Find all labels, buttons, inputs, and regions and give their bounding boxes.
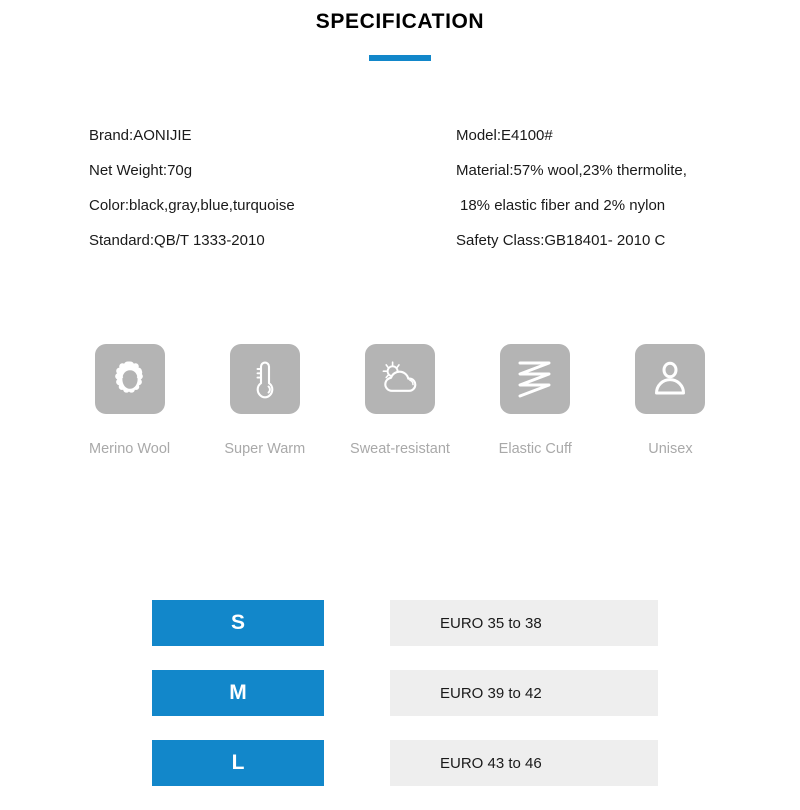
feature-merino-wool: Merino Wool: [62, 344, 197, 458]
feature-sweat-resistant: Sweat-resistant: [332, 344, 467, 458]
spec-color: Color:black,gray,blue,turquoise: [89, 197, 295, 214]
spec-material-continued: 18% elastic fiber and 2% nylon: [460, 197, 666, 214]
feature-tile: [229, 344, 300, 414]
spec-material: Material:57% wool,23% thermolite,: [456, 162, 687, 179]
zigzag-icon: [512, 356, 558, 402]
sun-cloud-icon: [377, 356, 423, 402]
spec-model: Model:E4100#: [456, 127, 553, 144]
table-row: M EURO 39 to 42: [0, 670, 800, 716]
feature-list: Merino Wool Super Warm Sweat-resistant E…: [0, 344, 800, 458]
spec-net-weight: Net Weight:70g: [89, 162, 193, 179]
size-table: S EURO 35 to 38 M EURO 39 to 42 L EURO 4…: [0, 600, 800, 810]
feature-unisex: Unisex: [603, 344, 738, 458]
size-badge-s[interactable]: S: [152, 600, 324, 646]
feature-label: Elastic Cuff: [498, 441, 572, 457]
size-range-s: EURO 35 to 38: [390, 600, 658, 646]
spec-column-right: Model:E4100# Material:57% wool,23% therm…: [456, 126, 786, 266]
feature-elastic-cuff: Elastic Cuff: [468, 344, 603, 458]
feature-super-warm: Super Warm: [197, 344, 332, 458]
size-range-l: EURO 43 to 46: [390, 740, 658, 786]
spec-column-left: Brand:AONIJIE Net Weight:70g Color:black…: [89, 126, 439, 266]
thermometer-icon: [242, 356, 288, 402]
page-title: SPECIFICATION: [315, 10, 485, 33]
feature-tile: [500, 344, 571, 414]
sheep-icon: [107, 356, 153, 402]
size-range-m: EURO 39 to 42: [390, 670, 658, 716]
table-row: L EURO 43 to 46: [0, 740, 800, 786]
feature-tile: [94, 344, 165, 414]
page-header: SPECIFICATION: [0, 8, 800, 61]
feature-tile: [635, 344, 706, 414]
table-row: S EURO 35 to 38: [0, 600, 800, 646]
title-accent-rule: [369, 55, 431, 61]
spec-standard: Standard:QB/T 1333-2010: [89, 232, 265, 249]
spec-brand: Brand:AONIJIE: [89, 127, 192, 144]
size-badge-m[interactable]: M: [152, 670, 324, 716]
feature-label: Super Warm: [224, 441, 306, 457]
person-icon: [647, 356, 693, 402]
feature-label: Sweat-resistant: [350, 441, 450, 457]
feature-label: Unisex: [648, 441, 693, 457]
spec-safety-class: Safety Class:GB18401- 2010 C: [456, 232, 666, 249]
size-badge-l[interactable]: L: [152, 740, 324, 786]
feature-tile: [365, 344, 435, 414]
feature-label: Merino Wool: [89, 441, 171, 457]
